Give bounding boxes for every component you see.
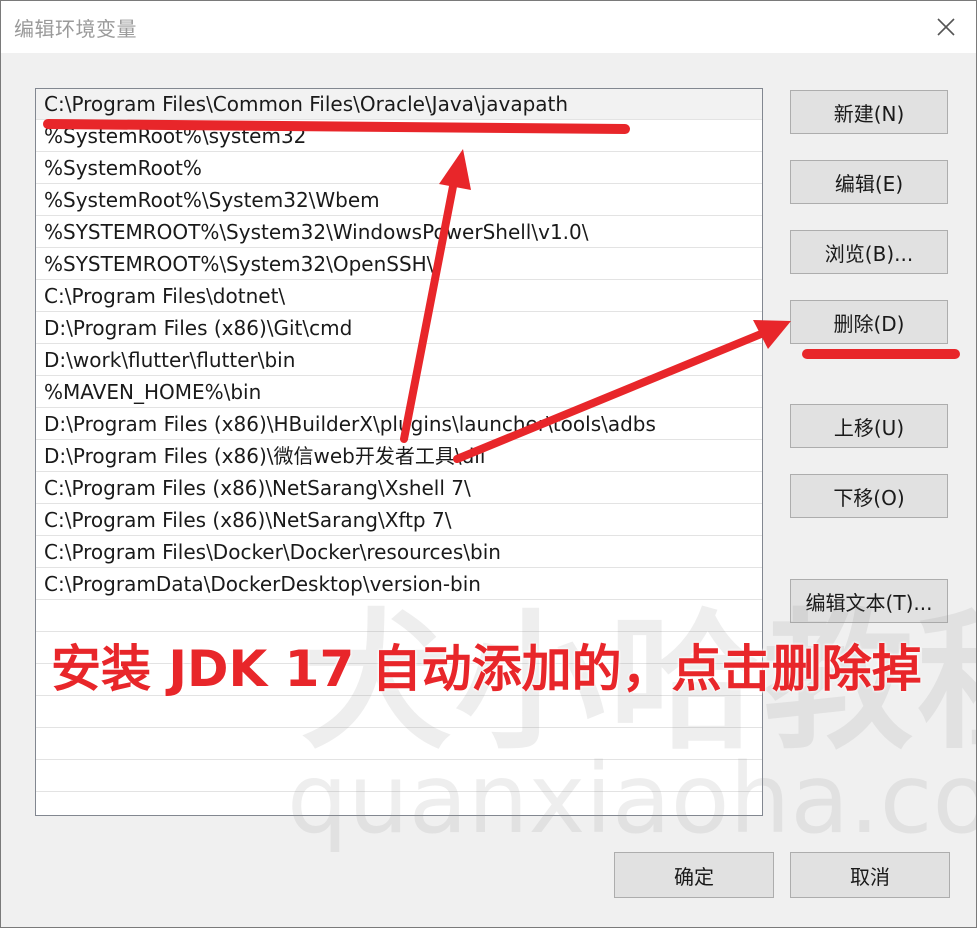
path-list-item[interactable]: C:\Program Files\Docker\Docker\resources…: [36, 537, 762, 568]
move-down-button[interactable]: 下移(O): [790, 474, 948, 518]
ok-button[interactable]: 确定: [614, 852, 774, 898]
path-list-item[interactable]: %SystemRoot%: [36, 153, 762, 184]
path-list-item[interactable]: C:\Program Files (x86)\NetSarang\Xshell …: [36, 473, 762, 504]
path-list-empty-row[interactable]: [36, 665, 762, 696]
path-list-empty-row[interactable]: [36, 729, 762, 760]
path-list-item[interactable]: D:\Program Files (x86)\HBuilderX\plugins…: [36, 409, 762, 440]
path-list-item[interactable]: C:\Program Files (x86)\NetSarang\Xftp 7\: [36, 505, 762, 536]
new-button[interactable]: 新建(N): [790, 90, 948, 134]
move-up-button[interactable]: 上移(U): [790, 404, 948, 448]
path-list-item[interactable]: %SystemRoot%\system32: [36, 121, 762, 152]
path-list-item[interactable]: D:\work\flutter\flutter\bin: [36, 345, 762, 376]
close-button[interactable]: [916, 1, 976, 53]
path-list-item[interactable]: %MAVEN_HOME%\bin: [36, 377, 762, 408]
path-list-empty-row[interactable]: [36, 697, 762, 728]
title-bar: 编辑环境变量: [1, 1, 976, 53]
path-list-empty-row[interactable]: [36, 761, 762, 792]
path-list-item[interactable]: %SystemRoot%\System32\Wbem: [36, 185, 762, 216]
window-title: 编辑环境变量: [14, 17, 137, 41]
path-list-item[interactable]: %SYSTEMROOT%\System32\WindowsPowerShell\…: [36, 217, 762, 248]
path-list-item[interactable]: C:\Program Files\dotnet\: [36, 281, 762, 312]
close-icon: [937, 18, 955, 36]
edit-env-variable-dialog: 编辑环境变量 C:\Program Files\Common Files\Ora…: [0, 0, 977, 928]
cancel-button[interactable]: 取消: [790, 852, 950, 898]
path-list-item[interactable]: %SYSTEMROOT%\System32\OpenSSH\: [36, 249, 762, 280]
path-list-item[interactable]: D:\Program Files (x86)\Git\cmd: [36, 313, 762, 344]
edit-text-button[interactable]: 编辑文本(T)...: [790, 579, 948, 623]
path-list-empty-row[interactable]: [36, 601, 762, 632]
browse-button[interactable]: 浏览(B)...: [790, 230, 948, 274]
delete-button[interactable]: 删除(D): [790, 300, 948, 344]
path-list-empty-row[interactable]: [36, 633, 762, 664]
path-list-item[interactable]: C:\Program Files\Common Files\Oracle\Jav…: [36, 89, 762, 120]
path-list-item[interactable]: D:\Program Files (x86)\微信web开发者工具\dll: [36, 441, 762, 472]
path-list-item[interactable]: C:\ProgramData\DockerDesktop\version-bin: [36, 569, 762, 600]
path-list[interactable]: C:\Program Files\Common Files\Oracle\Jav…: [35, 88, 763, 816]
edit-button[interactable]: 编辑(E): [790, 160, 948, 204]
